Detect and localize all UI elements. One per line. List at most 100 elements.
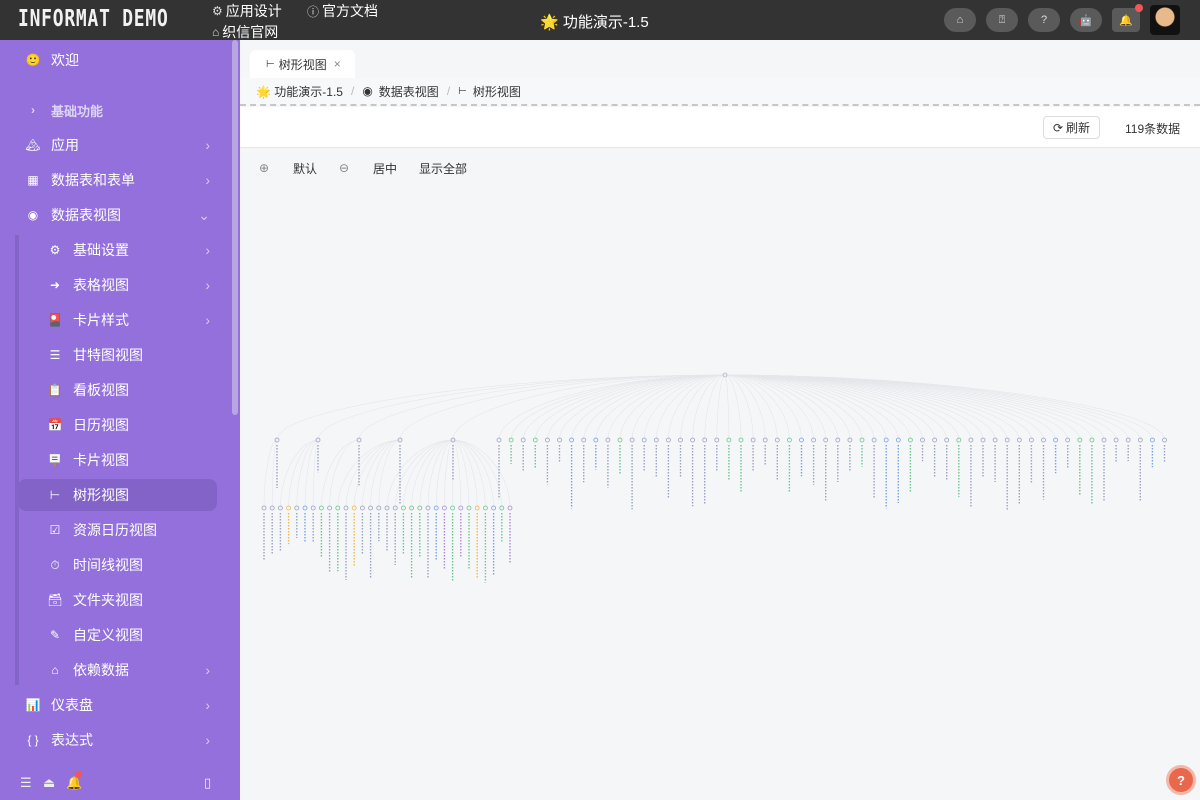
sidebar-item[interactable]: ⏱ 时间线视图 — [0, 549, 230, 581]
link-label: 官方文档 — [322, 3, 379, 19]
tree-link — [559, 374, 726, 441]
tree-link — [452, 374, 726, 441]
sidebar-item[interactable]: 📋 看板视图 — [0, 374, 230, 406]
zoom-out-icon[interactable]: ⊖ — [339, 161, 349, 175]
tree-link — [668, 374, 726, 441]
tree-link — [321, 439, 360, 509]
sidebar-item[interactable]: ▦ 数据表和表单 › — [0, 164, 230, 196]
show-all-button[interactable]: 显示全部 — [419, 160, 467, 177]
sidebar-item[interactable]: ⌂ 依赖数据 › — [0, 654, 230, 686]
sidebar-item[interactable]: ✎ 自定义视图 — [0, 619, 230, 651]
sidebar-item[interactable]: { } 表达式 › — [0, 724, 230, 756]
refresh-button[interactable]: ⟳ 刷新 — [1043, 116, 1100, 139]
tree-link — [724, 374, 730, 441]
app-title: 🌟 功能演示-1.5 — [540, 14, 649, 31]
menu-item-icon: ⏱ — [50, 557, 60, 572]
tree-link — [607, 374, 726, 441]
collapse-sidebar-icon[interactable]: ▯ — [204, 775, 211, 791]
sidebar-item-welcome[interactable]: 🙂 欢迎 — [0, 44, 230, 76]
sidebar-section-basic[interactable]: › 基础功能 — [0, 94, 230, 126]
robot-button[interactable]: 🤖 — [1070, 8, 1102, 32]
label: 表格视图 — [73, 277, 129, 293]
breadcrumb-views[interactable]: 数据表视图 — [379, 83, 439, 100]
sidebar-item[interactable]: ◉ 数据表视图 ⌄ — [0, 199, 230, 231]
tree-link — [280, 439, 319, 509]
zoom-default-button[interactable]: 默认 — [293, 160, 317, 177]
menu-item-icon: ⌂ — [51, 663, 59, 677]
breadcrumb-app[interactable]: 🌟 功能演示-1.5 — [256, 83, 343, 100]
menu-item-icon: 🗃 — [47, 593, 63, 607]
label: 刷新 — [1066, 121, 1091, 135]
avatar[interactable] — [1150, 5, 1180, 35]
website-link[interactable]: ⌂ 织信官网 — [212, 22, 278, 42]
sidebar-item[interactable]: 🏔 应用 › — [0, 129, 230, 161]
tree-link — [724, 374, 754, 441]
tab-tree-view[interactable]: ⊢ 树形视图 × — [250, 50, 355, 78]
label: 时间线视图 — [73, 557, 143, 573]
tree-link — [263, 439, 278, 509]
docs-link[interactable]: ⓘ 官方文档 — [307, 1, 378, 21]
question-icon: ? — [1177, 772, 1185, 788]
menu-icon[interactable]: ☰ — [20, 775, 32, 791]
sidebar-item[interactable]: 📅 日历视图 — [0, 409, 230, 441]
sidebar-item[interactable]: ☰ 甘特图视图 — [0, 339, 230, 371]
label: 基础设置 — [73, 242, 129, 258]
tree-link — [271, 439, 278, 509]
tree-link — [353, 439, 401, 509]
chevron-icon: › — [205, 277, 210, 293]
tree-link — [427, 439, 454, 509]
menu-item-icon: 🎴 — [47, 313, 63, 327]
label: 表达式 — [51, 732, 93, 748]
label: 甘特图视图 — [73, 347, 143, 363]
robot-icon: 🤖 — [1079, 14, 1093, 27]
center-button[interactable]: 居中 — [373, 160, 397, 177]
label: 卡片样式 — [73, 312, 129, 328]
question-button[interactable]: ? — [1028, 8, 1060, 32]
tree-canvas[interactable] — [240, 188, 1200, 800]
label: 应用 — [51, 137, 79, 153]
tree-link — [704, 374, 726, 441]
chevron-right-icon: › — [31, 103, 35, 117]
home-button[interactable]: ⌂ — [944, 8, 976, 32]
refresh-icon: ⟳ — [1052, 120, 1064, 135]
gear-icon: ⚙ — [212, 4, 223, 18]
label: 欢迎 — [51, 52, 79, 68]
tree-icon: ⊢ — [458, 85, 467, 97]
zoom-in-icon[interactable]: ⊕ — [259, 161, 269, 175]
tree-link — [358, 374, 726, 441]
sidebar-item[interactable]: ☑ 资源日历视图 — [0, 514, 230, 546]
sidebar-item[interactable]: 🎴 卡片样式 › — [0, 304, 230, 336]
menu-item-icon: 📋 — [47, 383, 63, 397]
sidebar-item[interactable]: ⚙ 基础设置 › — [0, 234, 230, 266]
label: 数据表和表单 — [51, 172, 135, 188]
menu-item-icon: 🏔 — [25, 138, 41, 152]
link-label: 织信官网 — [222, 24, 279, 40]
chevron-icon: › — [205, 137, 210, 153]
tree-link — [288, 439, 319, 509]
tree-link — [304, 439, 319, 509]
tree-link — [498, 374, 726, 441]
notification-button[interactable]: 🔔 — [1112, 8, 1140, 32]
eject-icon[interactable]: ⏏ — [43, 775, 55, 791]
tree-link — [724, 374, 863, 441]
sidebar-item[interactable]: 🪧 卡片视图 — [0, 444, 230, 476]
notification-dot — [1135, 4, 1143, 12]
tree-link — [656, 374, 726, 441]
sidebar-scrollbar[interactable] — [232, 40, 238, 415]
sidebar-item[interactable]: 📊 仪表盘 › — [0, 689, 230, 721]
tree-link — [452, 439, 462, 509]
help-button[interactable]: ? — [1166, 765, 1196, 795]
label: 资源日历视图 — [73, 522, 157, 538]
sidebar-item[interactable]: 🗃 文件夹视图 — [0, 584, 230, 616]
menu-item-icon: 🪧 — [47, 453, 63, 467]
tree-link — [444, 439, 454, 509]
sidebar: 🙂 欢迎 › 基础功能 🏔 应用 › ▦ 数据表和表单 › ◉ 数据表视图 ⌄ ⚙ 基础设置 › ➜ 表格视… — [0, 40, 240, 800]
sidebar-item[interactable]: ⊢ 树形视图 — [18, 479, 217, 511]
help-doc-button[interactable]: ⍰ — [986, 8, 1018, 32]
app-design-link[interactable]: ⚙ 应用设计 — [212, 1, 282, 21]
close-icon[interactable]: × — [334, 57, 341, 71]
label: 文件夹视图 — [73, 592, 143, 608]
tree-link — [724, 374, 766, 441]
sidebar-item[interactable]: ➜ 表格视图 › — [0, 269, 230, 301]
tree-link — [535, 374, 726, 441]
